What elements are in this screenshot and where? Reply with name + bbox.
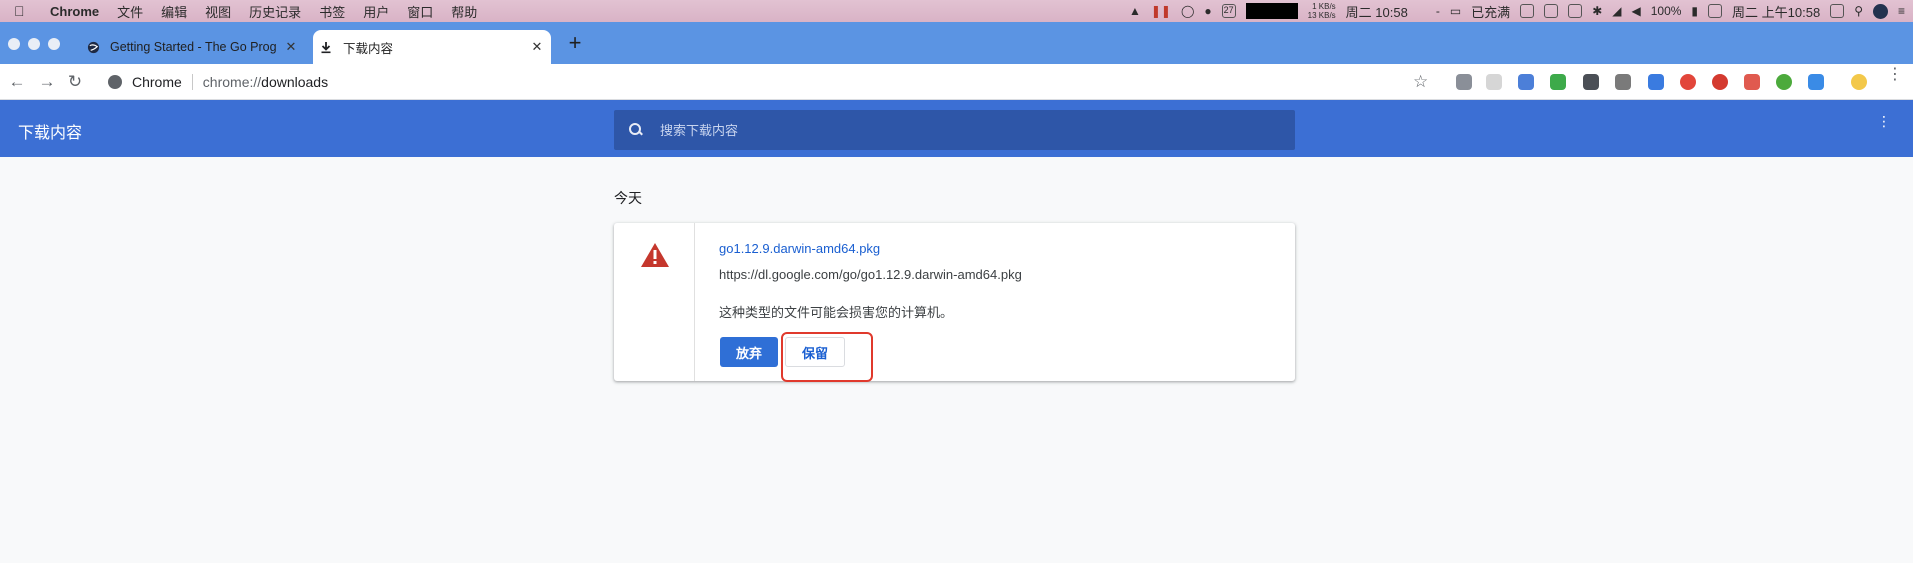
download-icon [319,40,333,54]
search-input[interactable] [660,122,1220,138]
profile-avatar-icon[interactable] [1851,74,1867,90]
menu-view[interactable]: 视图 [205,2,231,21]
tab-close-icon[interactable]: ✕ [283,39,299,55]
battery-level-icon[interactable]: ▮ [1691,4,1698,18]
input-method-icon[interactable] [1708,4,1723,18]
tab-title: 下载内容 [343,41,394,56]
search-icon[interactable] [628,122,644,138]
tab-downloads[interactable]: 下载内容 ✕ [313,30,551,64]
chrome-menu-icon[interactable]: ⋮ [1887,67,1903,83]
user-avatar-icon[interactable] [1872,3,1888,19]
discard-button[interactable]: 放弃 [720,337,778,367]
menu-people[interactable]: 用户 [363,2,389,21]
warning-icon [640,242,670,273]
macos-menu-bar:  Chrome 文件 编辑 视图 历史记录 书签 用户 窗口 帮助 ▲ ❚❚ … [0,0,1913,22]
forward-arrow-icon[interactable]: → [38,73,56,91]
clock-short[interactable]: 周二 10:58 [1346,2,1408,21]
page-title: 下载内容 [18,125,83,142]
address-bar[interactable]: Chrome chrome:// downloads [108,69,328,95]
window-minimize-button[interactable] [28,38,40,50]
downloads-header: 下载内容 ⋮ [0,100,1913,157]
volume-icon[interactable]: ◀ [1631,4,1640,18]
clock-full[interactable]: 周二 上午10:58 [1732,2,1820,21]
wifi-icon[interactable]: ◢ [1612,4,1621,18]
download-item-icon-column [614,223,695,381]
url-path: downloads [261,74,329,90]
search-box[interactable] [614,110,1295,150]
download-source-url: https://dl.google.com/go/go1.12.9.darwin… [719,267,1022,282]
back-arrow-icon[interactable]: ← [8,73,26,91]
extension-red-circle-icon[interactable] [1680,74,1696,90]
extension-translate-icon[interactable] [1518,74,1534,90]
extension-pdf-icon[interactable] [1615,74,1631,90]
tab-close-icon[interactable]: ✕ [529,39,545,55]
airplay-icon[interactable] [1830,4,1845,18]
upload-icon[interactable]: ▲ [1129,4,1141,18]
more-actions-icon[interactable]: ⋮ [1877,114,1891,128]
menu-bookmarks[interactable]: 书签 [319,2,345,21]
download-filename-link[interactable]: go1.12.9.darwin-amd64.pkg [719,241,880,256]
reload-icon[interactable]: ↻ [66,73,84,91]
menu-window[interactable]: 窗口 [407,2,433,21]
chat-icon[interactable]: ◯ [1181,4,1194,18]
wechat-icon[interactable]: ● [1204,4,1211,18]
tab-strip: Getting Started - The Go Prog ✕ 下载内容 ✕ + [0,22,1913,64]
date-section-title: 今天 [614,190,642,206]
chrome-site-icon [108,75,122,89]
bookmark-star-icon[interactable]: ☆ [1413,72,1428,92]
extension-shield-icon[interactable] [1456,74,1472,90]
url-scheme: chrome:// [202,74,262,90]
window-zoom-button[interactable] [48,38,60,50]
extension-adblock-icon[interactable] [1550,74,1566,90]
extension-red-shield-icon[interactable] [1744,74,1760,90]
status-dash: - [1435,4,1440,18]
stats-widget[interactable] [1245,3,1298,19]
net-down: 13 KB/s [1307,11,1336,20]
battery-percent[interactable]: 100% [1651,4,1682,18]
apple-menu-icon[interactable]:  [14,3,30,19]
extension-evernote-icon[interactable] [1776,74,1792,90]
status-area: ▲ ❚❚ ◯ ● 27 1 KB/s 13 KB/s 周二 10:58 - ▭ … [1129,0,1905,22]
extension-gray-icon[interactable] [1486,74,1502,90]
notification-center-icon[interactable]: ≡ [1898,4,1905,18]
globe-icon [86,40,100,54]
download-item-card: go1.12.9.darwin-amd64.pkg https://dl.goo… [614,223,1295,381]
keep-button-highlight-annotation [781,332,873,382]
omnibox-divider [191,74,193,90]
browser-toolbar: ← → ↻ Chrome chrome:// downloads ☆ ⋮ [0,64,1913,100]
window-close-button[interactable] [8,38,20,50]
net-up: 1 KB/s [1312,2,1336,11]
extension-privacy-icon[interactable] [1583,74,1599,90]
app-icon-2[interactable] [1544,4,1559,18]
app-icon-3[interactable] [1568,4,1583,18]
menu-history[interactable]: 历史记录 [249,2,301,21]
menu-file[interactable]: 文件 [117,2,143,21]
spotlight-icon[interactable]: ⚲ [1854,4,1863,18]
new-tab-plus-icon[interactable]: + [563,32,587,56]
app-icon-1[interactable] [1520,4,1535,18]
calendar-icon[interactable]: 27 [1221,4,1236,18]
site-label: Chrome [132,74,182,90]
tab-title: Getting Started - The Go Prog [110,40,277,54]
danger-warning-text: 这种类型的文件可能会损害您的计算机。 [719,305,954,320]
extension-pinwheel-icon[interactable] [1648,74,1664,90]
extension-blue-icon[interactable] [1808,74,1824,90]
battery-status[interactable]: 已充满 [1471,2,1510,21]
extension-stop-icon[interactable] [1712,74,1728,90]
pause-icon[interactable]: ❚❚ [1151,4,1171,18]
bluetooth-icon[interactable]: ✱ [1592,4,1602,18]
menu-app-name[interactable]: Chrome [50,4,99,19]
battery-icon[interactable]: ▭ [1450,4,1461,18]
network-speed: 1 KB/s 13 KB/s [1308,2,1336,20]
menu-help[interactable]: 帮助 [451,2,477,21]
tab-go-getting-started[interactable]: Getting Started - The Go Prog ✕ [80,30,305,64]
menu-edit[interactable]: 编辑 [161,2,187,21]
